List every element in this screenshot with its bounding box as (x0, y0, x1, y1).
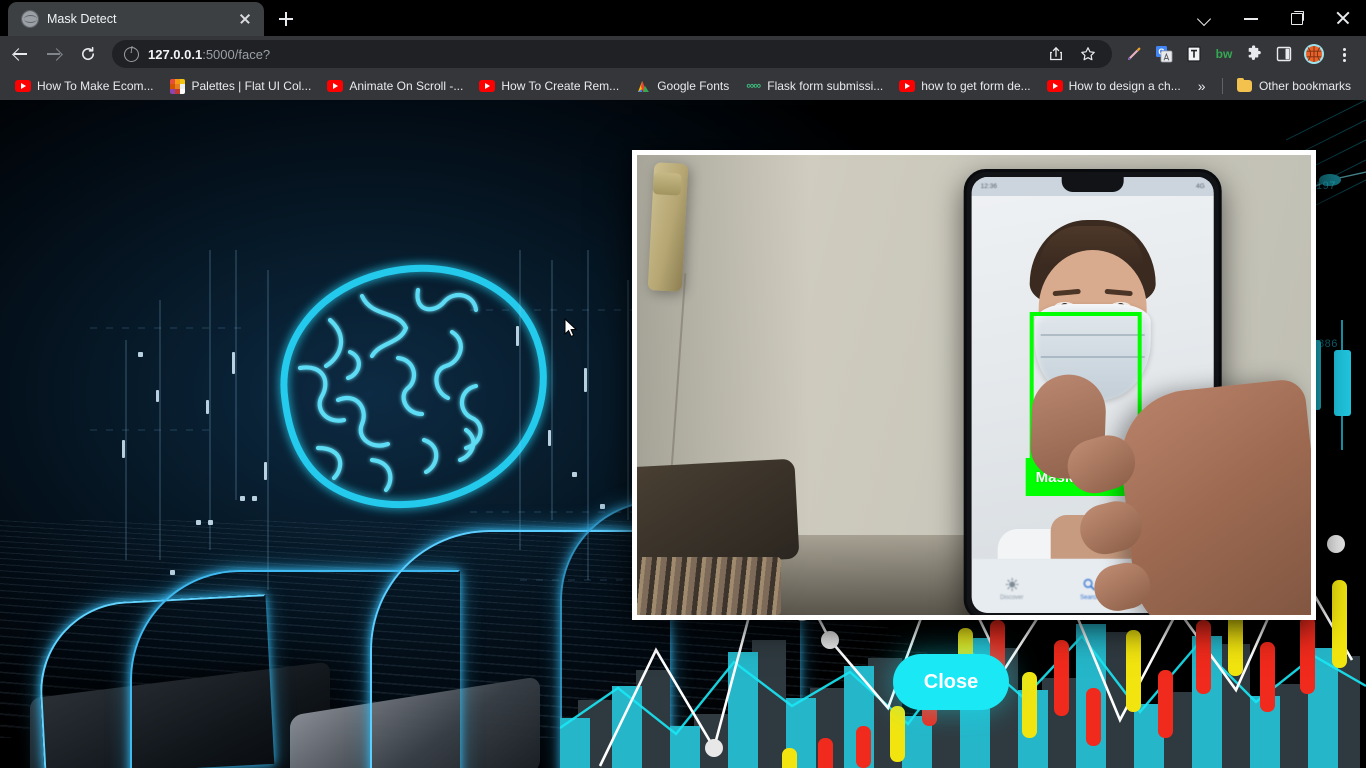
chevron-down-icon[interactable] (1182, 0, 1228, 36)
bw-extension-icon[interactable]: bw (1210, 40, 1238, 68)
bookmark-label: How to design a ch... (1068, 79, 1181, 93)
bookmark-label: Palettes | Flat UI Col... (191, 79, 312, 93)
status-signal: 4G (1196, 183, 1205, 190)
close-icon[interactable] (236, 10, 254, 28)
bookmark-label: How To Create Rem... (501, 79, 620, 93)
browser-window: Mask Detect 127.0.0.1:5000/face? (0, 0, 1366, 768)
mouse-pointer (564, 317, 578, 338)
palette-icon (169, 78, 185, 94)
google-fonts-icon (635, 78, 651, 94)
browser-toolbar: 127.0.0.1:5000/face? (0, 36, 1366, 72)
wall-pipe (647, 162, 689, 292)
reading-list-icon[interactable] (1270, 40, 1298, 68)
reload-icon[interactable] (72, 38, 104, 70)
new-tab-button[interactable] (272, 5, 300, 33)
bookmark-label: how to get form de... (921, 79, 1031, 93)
youtube-icon (1046, 78, 1063, 94)
profile-avatar[interactable] (1300, 40, 1328, 68)
youtube-icon (327, 78, 344, 94)
bookmark-item[interactable]: How To Make Ecom... (8, 75, 160, 97)
bookmark-label: How To Make Ecom... (37, 79, 154, 93)
bookmarks-bar: How To Make Ecom... Palettes | Flat UI C… (0, 72, 1366, 100)
bookmark-item[interactable]: how to get form de... (892, 75, 1037, 97)
share-icon[interactable] (1042, 40, 1070, 68)
bookmark-item[interactable]: ∞∞ Flask form submissi... (738, 75, 890, 97)
close-button[interactable]: Close (893, 654, 1009, 710)
bookmark-item[interactable]: Palettes | Flat UI Col... (162, 75, 318, 97)
video-frame: 12:36 4G Discover Search (637, 155, 1311, 615)
minimize-icon[interactable] (1228, 0, 1274, 36)
flask-icon: ∞∞ (746, 80, 761, 92)
phone-nav-discover: Discover (1000, 577, 1024, 601)
kebab-menu-icon[interactable] (1330, 40, 1358, 68)
page-viewport: 197 886 12:36 4G Discover Search Close (0, 100, 1366, 768)
url-host: 127.0.0.1 (148, 46, 203, 62)
star-icon[interactable] (1074, 40, 1102, 68)
phone-nav-label: Discover (1000, 594, 1024, 601)
folder-icon (1237, 77, 1253, 94)
eyebrow-left (1052, 288, 1081, 297)
tab-mask-detect[interactable]: Mask Detect (8, 2, 264, 36)
phone-notch (1061, 177, 1124, 192)
dark-object (637, 458, 800, 568)
tab-strip: Mask Detect (0, 0, 1366, 36)
other-bookmarks-button[interactable]: Other bookmarks (1230, 75, 1358, 97)
bookmark-label: Animate On Scroll -... (349, 79, 464, 93)
back-arrow-icon[interactable] (4, 38, 36, 70)
bookmark-label: Flask form submissi... (767, 79, 884, 93)
youtube-icon (899, 78, 916, 94)
bookmark-item[interactable]: How To Create Rem... (472, 75, 626, 97)
site-info-icon[interactable] (124, 45, 139, 62)
striped-cloth (637, 557, 781, 615)
bookmarks-overflow-button[interactable]: » (1190, 76, 1214, 96)
close-icon[interactable] (1320, 0, 1366, 36)
globe-icon (21, 10, 39, 28)
address-bar[interactable]: 127.0.0.1:5000/face? (112, 40, 1112, 68)
maximize-icon[interactable] (1274, 0, 1320, 36)
url-path: :5000/face? (202, 46, 271, 62)
window-controls (1182, 0, 1366, 36)
google-translate-extension-icon[interactable]: G (1150, 40, 1178, 68)
eyedropper-extension-icon[interactable] (1120, 40, 1148, 68)
bookmark-item[interactable]: Animate On Scroll -... (320, 75, 470, 97)
forward-arrow-icon[interactable] (38, 38, 70, 70)
youtube-icon (15, 78, 31, 94)
text-tool-extension-icon[interactable] (1180, 40, 1208, 68)
eyebrow-right (1104, 288, 1133, 297)
bookmark-label: Google Fonts (657, 79, 730, 93)
bookmark-item[interactable]: Google Fonts (628, 75, 736, 97)
bookmark-item[interactable]: How to design a ch... (1040, 75, 1188, 97)
discover-icon (1005, 577, 1019, 591)
mask-detection-video-feed: 12:36 4G Discover Search (632, 150, 1316, 620)
tab-title: Mask Detect (47, 12, 117, 26)
url-text: 127.0.0.1:5000/face? (148, 47, 270, 62)
extensions-puzzle-icon[interactable] (1240, 40, 1268, 68)
other-bookmarks-label: Other bookmarks (1258, 79, 1351, 93)
hand-holding-phone (1029, 373, 1311, 615)
status-time: 12:36 (980, 183, 997, 190)
youtube-icon (479, 78, 496, 94)
